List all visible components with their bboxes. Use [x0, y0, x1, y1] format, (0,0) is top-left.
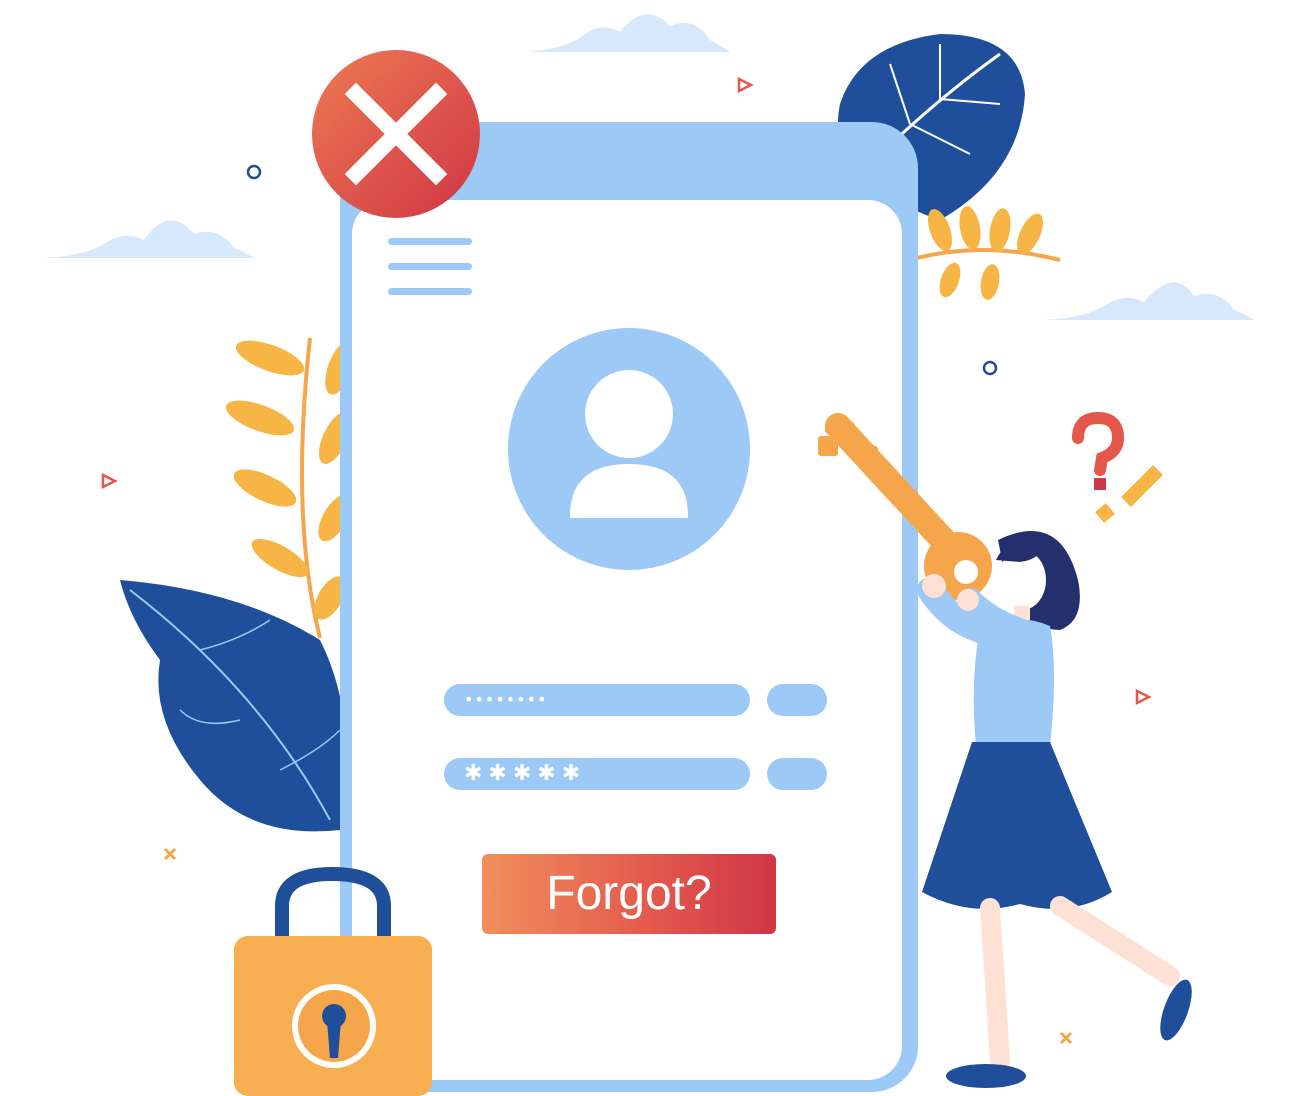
dark-leaf-left [120, 580, 347, 832]
woman-figure [917, 531, 1192, 1088]
forgot-password-button[interactable]: Forgot? [482, 854, 776, 934]
decor-cross [163, 847, 177, 861]
padlock-icon [234, 866, 432, 1096]
username-field[interactable]: •••••••• [444, 684, 750, 716]
profile-avatar [508, 328, 750, 570]
password-field-button[interactable] [767, 758, 827, 790]
cloud-top [525, 14, 730, 53]
fern-leaf-right [909, 206, 1061, 300]
close-icon [312, 50, 480, 218]
username-field-button[interactable] [767, 684, 827, 716]
decor-triangle [737, 76, 754, 94]
cloud-left [44, 220, 254, 258]
decor-triangle [101, 472, 118, 490]
login-screen: •••••••• ✱✱✱✱✱ Forgot? [352, 200, 902, 1080]
user-icon [570, 370, 688, 518]
password-field[interactable]: ✱✱✱✱✱ [444, 758, 750, 790]
exclamation-mark-icon [1095, 465, 1163, 523]
cloud-right [1044, 282, 1254, 320]
illustration-scene: •••••••• ✱✱✱✱✱ Forgot? [0, 0, 1293, 1096]
decor-circle [982, 360, 998, 376]
menu-icon[interactable] [388, 238, 472, 296]
decor-circle [246, 164, 262, 180]
